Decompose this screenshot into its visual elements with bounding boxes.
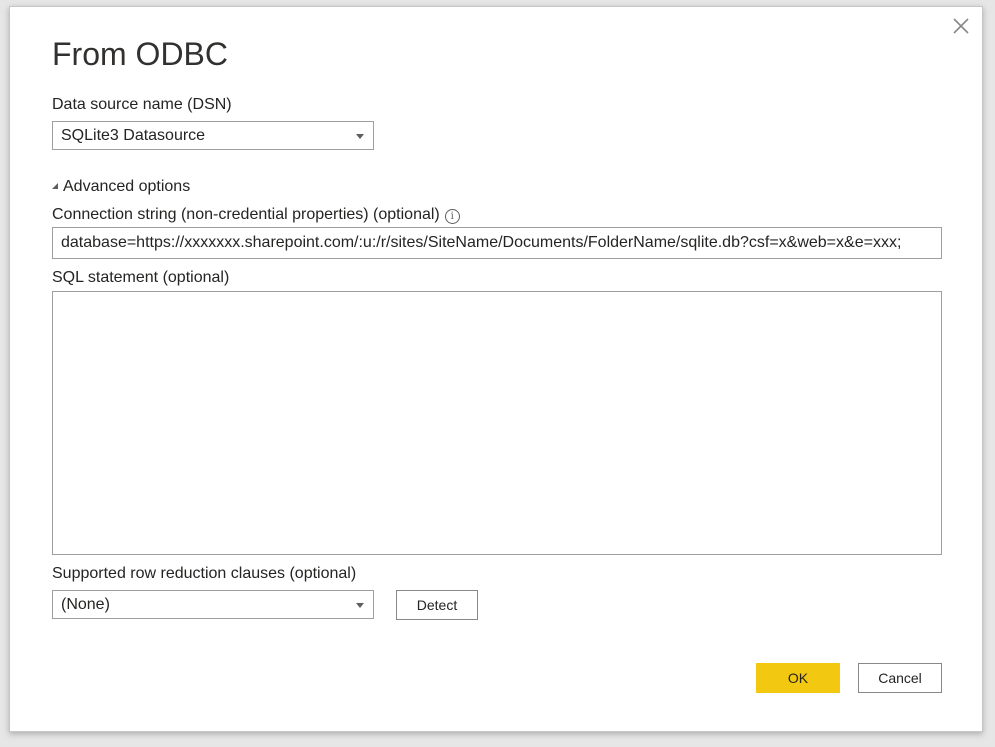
sql-statement-label: SQL statement (optional) <box>52 269 230 286</box>
chevron-down-icon <box>356 603 364 608</box>
close-button[interactable] <box>950 15 972 37</box>
sql-statement-textarea[interactable] <box>52 291 942 555</box>
detect-button[interactable]: Detect <box>396 590 478 620</box>
connection-string-label-row: Connection string (non-credential proper… <box>52 205 460 225</box>
advanced-options-toggle[interactable]: Advanced options <box>52 177 190 197</box>
dsn-dropdown[interactable]: SQLite3 Datasource <box>52 121 374 150</box>
cancel-button[interactable]: Cancel <box>858 663 942 693</box>
close-icon <box>953 18 969 34</box>
row-reduction-selected-value: (None) <box>61 596 110 613</box>
row-reduction-dropdown[interactable]: (None) <box>52 590 374 619</box>
connection-string-label: Connection string (non-credential proper… <box>52 206 440 223</box>
expand-triangle-icon <box>52 183 58 189</box>
connection-string-input[interactable]: database=https://xxxxxxx.sharepoint.com/… <box>52 227 942 259</box>
info-icon[interactable]: i <box>444 209 460 224</box>
dsn-selected-value: SQLite3 Datasource <box>61 127 206 144</box>
advanced-options-label: Advanced options <box>63 178 191 195</box>
ok-button[interactable]: OK <box>756 663 840 693</box>
dialog-title: From ODBC <box>52 36 228 72</box>
row-reduction-label: Supported row reduction clauses (optiona… <box>52 565 357 582</box>
dsn-label: Data source name (DSN) <box>52 96 232 113</box>
from-odbc-dialog: From ODBC Data source name (DSN) SQLite3… <box>9 6 983 732</box>
chevron-down-icon <box>356 134 364 139</box>
